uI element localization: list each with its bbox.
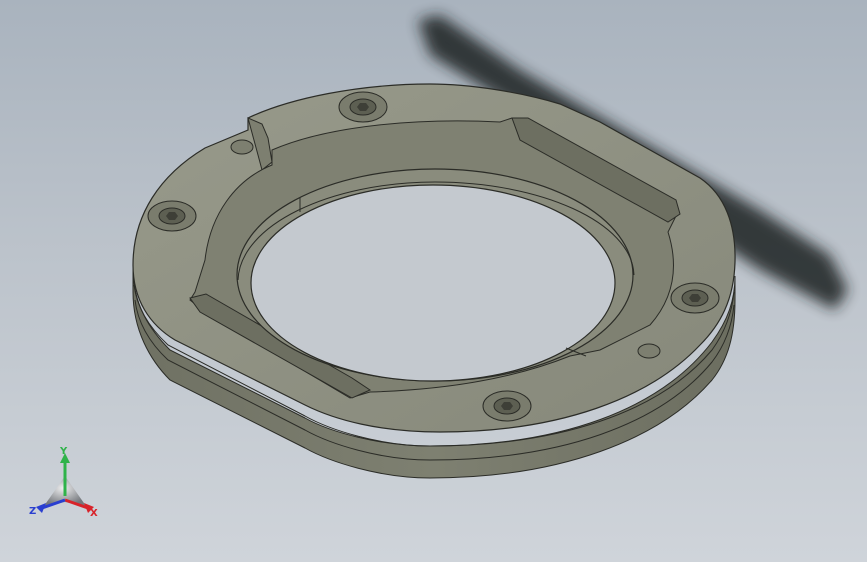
graphics-viewport[interactable]: Y X Z (0, 0, 867, 562)
reference-triad[interactable]: Y X Z (22, 446, 108, 526)
pin-hole-2[interactable] (637, 343, 661, 359)
center-bore-hole (250, 184, 616, 382)
bolt-hole-1[interactable] (338, 91, 388, 123)
pin-hole-1[interactable] (230, 139, 254, 155)
triad-y-label: Y (59, 446, 68, 457)
triad-x-label: X (90, 508, 98, 519)
bolt-hole-2[interactable] (147, 200, 197, 232)
bolt-hole-4[interactable] (482, 390, 532, 422)
bolt-hole-3[interactable] (670, 282, 720, 314)
triad-z-label: Z (29, 506, 36, 517)
3d-model-view[interactable] (0, 0, 867, 562)
